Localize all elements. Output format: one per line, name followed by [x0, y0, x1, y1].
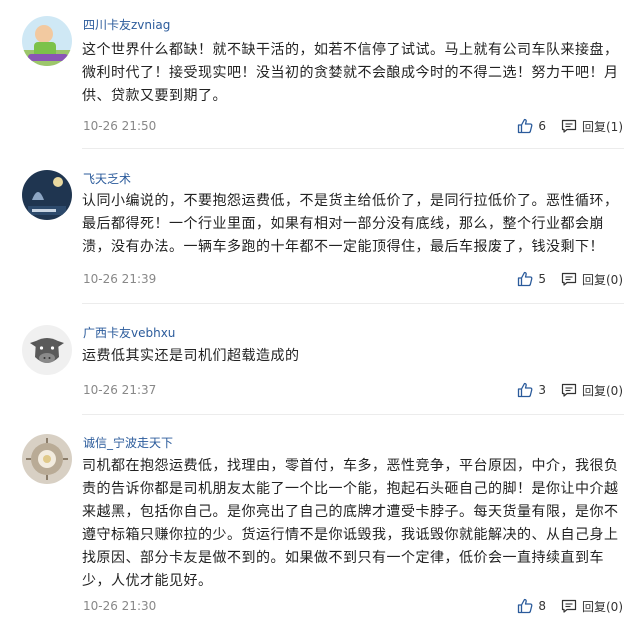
reply-button[interactable]: 回复(0): [561, 597, 623, 615]
user-avatar-icon: [22, 434, 72, 484]
timestamp: 10-26 21:30: [83, 599, 157, 613]
thumbs-up-icon: [517, 598, 533, 614]
comment-item: 诚信_宁波走天下 司机都在抱怨运费低，找理由，零首付，车多，恶性竞争，平台原因，…: [0, 0, 644, 629]
username[interactable]: 诚信_宁波走天下: [83, 435, 173, 451]
reply-label: 回复(0): [582, 599, 623, 614]
comment-text: 司机都在抱怨运费低，找理由，零首付，车多，恶性竞争，平台原因，中介，我很负责的告…: [82, 458, 619, 589]
like-button[interactable]: 8: [517, 597, 546, 615]
comment-meta: 10-26 21:30 8 回复(0): [83, 597, 623, 615]
like-count: 8: [538, 599, 546, 613]
comment-bubble-icon: [561, 598, 577, 614]
avatar[interactable]: [22, 434, 72, 484]
